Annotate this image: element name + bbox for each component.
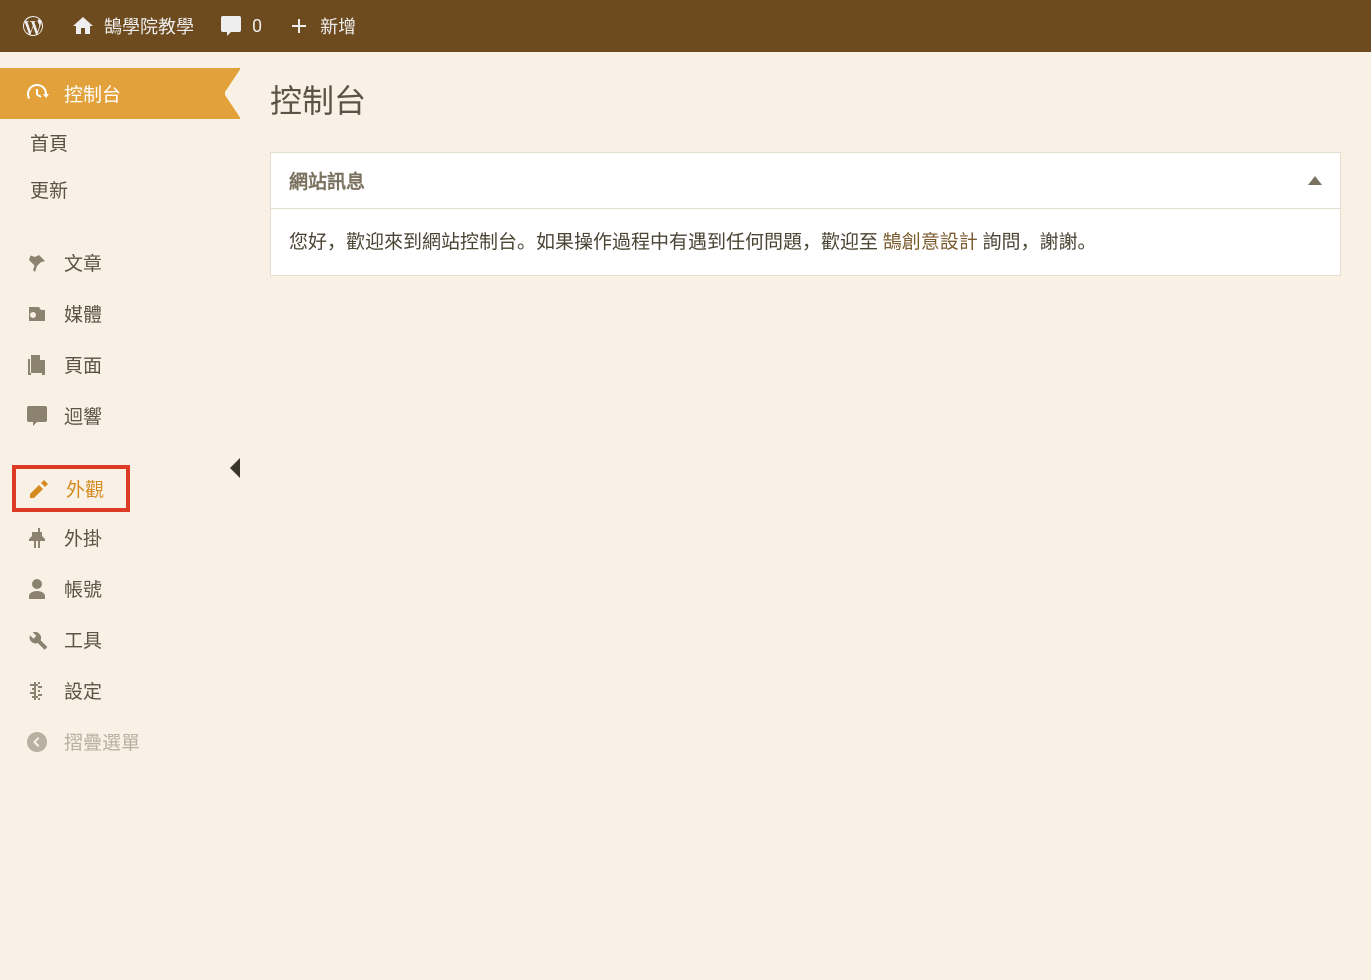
- site-name-label: 鵠學院教學: [104, 13, 194, 39]
- menu-users[interactable]: 帳號: [0, 563, 240, 614]
- panel-header: 網站訊息: [271, 153, 1340, 209]
- settings-icon: [24, 678, 50, 704]
- menu-appearance-label: 外觀: [66, 475, 104, 502]
- menu-pages-label: 頁面: [64, 351, 102, 378]
- appearance-icon: [26, 476, 52, 502]
- menu-users-label: 帳號: [64, 575, 102, 602]
- plugins-icon: [24, 525, 50, 551]
- new-label: 新增: [320, 13, 356, 39]
- menu-media[interactable]: 媒體: [0, 288, 240, 339]
- tools-icon: [24, 627, 50, 653]
- menu-collapse[interactable]: 摺疊選單: [0, 716, 240, 767]
- menu-dashboard[interactable]: 控制台: [0, 68, 240, 119]
- home-icon: [70, 13, 96, 39]
- menu-settings-label: 設定: [64, 677, 102, 704]
- media-icon: [24, 301, 50, 327]
- site-info-panel: 網站訊息 您好，歡迎來到網站控制台。如果操作過程中有遇到任何問題，歡迎至 鵠創意…: [270, 152, 1341, 276]
- menu-comments[interactable]: 迴響: [0, 390, 240, 441]
- panel-title: 網站訊息: [289, 167, 365, 194]
- dashboard-subitems: 首頁 更新: [0, 119, 240, 213]
- menu-plugins-label: 外掛: [64, 524, 102, 551]
- menu-dashboard-label: 控制台: [64, 80, 121, 107]
- comments-icon: [218, 13, 244, 39]
- new-content-menu[interactable]: 新增: [274, 0, 368, 52]
- menu-tools-label: 工具: [64, 626, 102, 653]
- panel-body-pre: 您好，歡迎來到網站控制台。如果操作過程中有遇到任何問題，歡迎至: [289, 230, 883, 253]
- comments-icon: [24, 403, 50, 429]
- menu-appearance[interactable]: 外觀: [12, 465, 130, 512]
- menu-plugins[interactable]: 外掛: [0, 512, 240, 563]
- menu-tools[interactable]: 工具: [0, 614, 240, 665]
- wp-logo-menu[interactable]: [8, 0, 58, 52]
- comments-menu[interactable]: 0: [206, 0, 274, 52]
- panel-body: 您好，歡迎來到網站控制台。如果操作過程中有遇到任何問題，歡迎至 鵠創意設計 詢問…: [271, 209, 1340, 275]
- menu-media-label: 媒體: [64, 300, 102, 327]
- menu-pages[interactable]: 頁面: [0, 339, 240, 390]
- plus-icon: [286, 13, 312, 39]
- menu-comments-label: 迴響: [64, 402, 102, 429]
- comments-count: 0: [252, 16, 262, 37]
- users-icon: [24, 576, 50, 602]
- admin-bar: 鵠學院教學 0 新增: [0, 0, 1371, 52]
- submenu-home[interactable]: 首頁: [30, 119, 240, 166]
- admin-sidebar: 控制台 首頁 更新 文章 媒體 頁面 迴響 外觀 外掛 帳號 工具 設定: [0, 52, 240, 980]
- submenu-updates[interactable]: 更新: [30, 166, 240, 213]
- menu-posts[interactable]: 文章: [0, 237, 240, 288]
- pin-icon: [24, 250, 50, 276]
- page-title: 控制台: [270, 76, 1341, 122]
- menu-posts-label: 文章: [64, 249, 102, 276]
- panel-body-post: 詢問，謝謝。: [978, 230, 1097, 253]
- wordpress-icon: [20, 13, 46, 39]
- menu-collapse-label: 摺疊選單: [64, 728, 140, 755]
- collapse-toggle-icon[interactable]: [1308, 176, 1322, 185]
- main-content: 控制台 網站訊息 您好，歡迎來到網站控制台。如果操作過程中有遇到任何問題，歡迎至…: [240, 52, 1371, 980]
- dashboard-icon: [24, 81, 50, 107]
- collapse-icon: [24, 729, 50, 755]
- site-name-menu[interactable]: 鵠學院教學: [58, 0, 206, 52]
- menu-settings[interactable]: 設定: [0, 665, 240, 716]
- pages-icon: [24, 352, 50, 378]
- panel-link[interactable]: 鵠創意設計: [883, 230, 978, 253]
